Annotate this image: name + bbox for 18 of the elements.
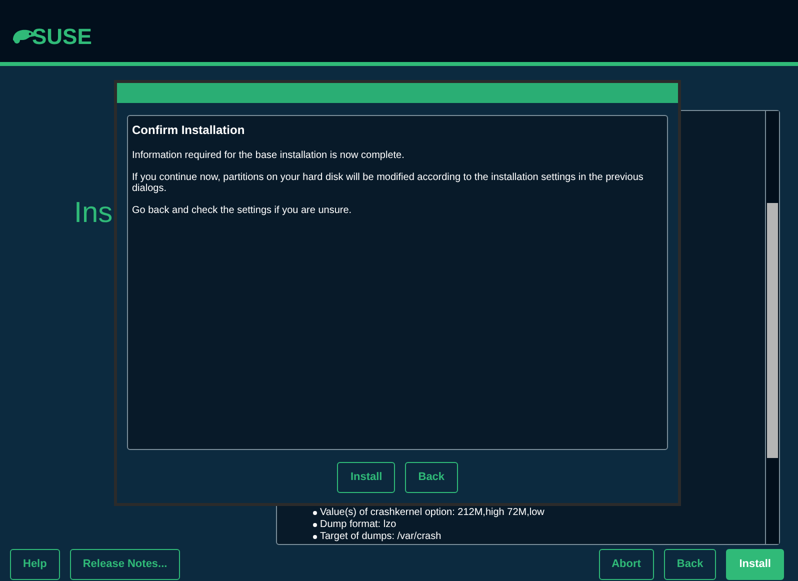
bullet-icon — [313, 523, 317, 527]
button[interactable]: Back — [405, 462, 458, 493]
button[interactable]: Back — [664, 549, 716, 580]
bullet-icon — [313, 535, 317, 539]
dialog-title: Confirm Installation — [132, 122, 246, 139]
page-heading: Ins — [74, 197, 113, 229]
dialog-text: Go back and check the settings if you are unsure. — [132, 205, 353, 216]
dialog-text: Information required for the base installation is now complete. — [132, 150, 406, 161]
bullet-icon — [313, 511, 317, 515]
dialog-text: If you continue now, partitions on your hard disk will be modified according to the installation settings in the previous dialogs. — [132, 172, 644, 194]
button[interactable]: Install — [337, 462, 396, 493]
summary-item: Target of dumps: /var/crash — [320, 531, 442, 543]
button[interactable]: Help — [10, 549, 60, 580]
summary-item: Dump format: lzo — [320, 519, 396, 531]
summary-item: Value(s) of crashkernel option: 212M,high 72M,low — [320, 507, 544, 519]
button[interactable]: Release Notes... — [70, 549, 180, 580]
logo-text: SUSE — [32, 26, 92, 48]
button[interactable]: Abort — [598, 549, 654, 580]
